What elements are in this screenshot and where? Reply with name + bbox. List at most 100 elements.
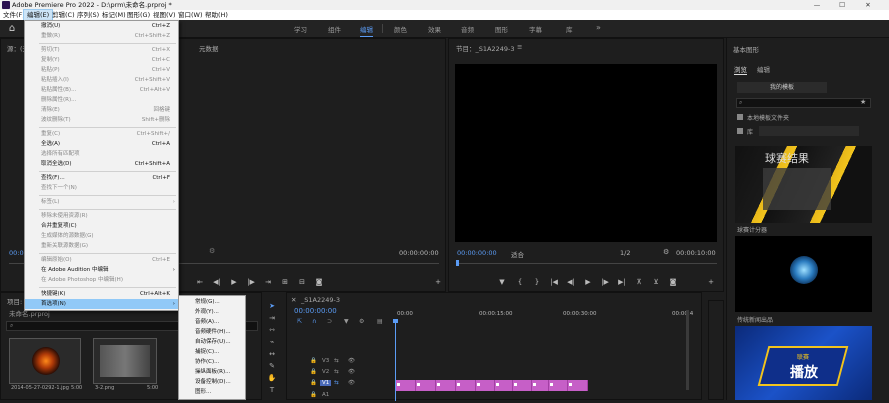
metadata-tab[interactable]: 元数据 <box>199 43 219 53</box>
sync-lock-icon[interactable]: ⇆ <box>334 380 339 386</box>
workspace-assembly[interactable]: 组件 <box>328 24 341 34</box>
template-thumbnail-scoreboard[interactable]: 球赛结果 <box>735 146 872 223</box>
workspace-effects[interactable]: 效果 <box>428 24 441 34</box>
menu-item-generate-media-metadata[interactable]: 生成媒体的源数据(G) <box>25 231 178 241</box>
ripple-edit-icon[interactable]: ⇿ <box>265 326 279 336</box>
menu-sequence[interactable]: 序列(S) <box>74 10 102 20</box>
menu-item-remove-attributes[interactable]: 删除属性(R)... <box>25 95 178 105</box>
menu-item-label[interactable]: 标签(L) › <box>25 197 178 207</box>
menu-help[interactable]: 帮助(H) <box>202 10 231 20</box>
video-clip[interactable] <box>436 380 456 391</box>
menu-item-edit-in-audition[interactable]: 在 Adobe Audition 中编辑 › <box>25 265 178 275</box>
track-label[interactable]: V1 <box>320 380 332 386</box>
workspace-graphics[interactable]: 图形 <box>495 24 508 34</box>
workspace-more-button[interactable]: » <box>596 23 601 32</box>
sync-lock-icon[interactable]: ⇆ <box>334 369 339 375</box>
submenu-item-audio-hardware[interactable]: 音频硬件(H)... <box>179 327 245 337</box>
workspace-audio[interactable]: 音频 <box>461 24 474 34</box>
pen-icon[interactable]: ✎ <box>265 362 279 372</box>
menu-item-clear[interactable]: 清除(E) 回格键 <box>25 105 178 115</box>
submenu-item-graphics[interactable]: 图形... <box>179 387 245 397</box>
menu-item-paste-insert[interactable]: 粘贴插入(I) Ctrl+Shift+V <box>25 75 178 85</box>
slip-icon[interactable]: ↔ <box>265 350 279 360</box>
close-button[interactable]: ✕ <box>856 0 880 10</box>
template-search-input[interactable]: ⌕ <box>736 98 871 108</box>
template-thumbnail-news[interactable] <box>735 236 872 312</box>
hand-icon[interactable]: ✋ <box>265 374 279 384</box>
video-clip[interactable] <box>532 380 549 391</box>
submenu-item-capture[interactable]: 捕捉(C)... <box>179 347 245 357</box>
mark-in-icon[interactable]: { <box>515 278 525 286</box>
submenu-item-control-surface[interactable]: 操纵面板(R)... <box>179 367 245 377</box>
program-timecode[interactable]: 00:00:00:00 <box>457 249 497 257</box>
workspace-color[interactable]: 颜色 <box>394 24 407 34</box>
menu-item-select-all-matching[interactable]: 选择所有匹配项 <box>25 149 178 159</box>
insert-icon[interactable]: ⊞ <box>280 278 290 286</box>
menu-item-consolidate-duplicates[interactable]: 合并重复项(C) <box>25 221 178 231</box>
nest-icon[interactable]: ⇱ <box>297 318 302 325</box>
local-folder-checkbox[interactable] <box>737 114 743 120</box>
marker-icon[interactable]: ▼ <box>344 318 349 325</box>
project-item-thumbnail[interactable] <box>9 338 81 384</box>
video-clip[interactable] <box>416 380 436 391</box>
menu-item-keyboard-shortcuts[interactable]: 快捷键(K) Ctrl+Alt+K <box>25 289 178 299</box>
extract-icon[interactable]: ⊻ <box>651 278 661 286</box>
go-to-in-icon[interactable]: |◀ <box>549 278 559 286</box>
menu-item-remove-unused[interactable]: 移除未使用资源(R) <box>25 211 178 221</box>
video-clip[interactable] <box>549 380 568 391</box>
tab-edit[interactable]: 编辑 <box>757 64 770 74</box>
menu-item-find[interactable]: 查找(F)... Ctrl+F <box>25 173 178 183</box>
menu-item-deselect-all[interactable]: 取消全选(D) Ctrl+Shift+A <box>25 159 178 169</box>
menu-item-copy[interactable]: 复制(Y) Ctrl+C <box>25 55 178 65</box>
video-clip[interactable] <box>476 380 495 391</box>
menu-item-select-all[interactable]: 全选(A) Ctrl+A <box>25 139 178 149</box>
sync-lock-icon[interactable]: ⇆ <box>334 358 339 364</box>
workspace-editing[interactable]: 编辑 <box>360 24 373 37</box>
project-item-thumbnail[interactable] <box>93 338 157 384</box>
menu-edit[interactable]: 编辑(E) <box>22 9 54 21</box>
program-menu-icon[interactable]: ≡ <box>517 43 522 51</box>
step-back-icon[interactable]: ◀| <box>212 278 222 286</box>
my-templates-button[interactable]: 我的模板 <box>737 82 827 93</box>
export-frame-icon[interactable]: ◙ <box>314 278 324 286</box>
video-clip[interactable] <box>568 380 588 391</box>
add-button-icon[interactable]: + <box>706 278 716 286</box>
submenu-item-audio[interactable]: 音频(A)... <box>179 317 245 327</box>
submenu-item-appearance[interactable]: 外观(Y)... <box>179 307 245 317</box>
menu-item-cut[interactable]: 剪切(T) Ctrl+X <box>25 45 178 55</box>
library-checkbox[interactable] <box>737 128 743 134</box>
maximize-button[interactable]: ☐ <box>830 0 854 10</box>
video-clip[interactable] <box>396 380 416 391</box>
playhead-marker[interactable] <box>456 260 459 266</box>
selection-tool-icon[interactable]: ➤ <box>265 302 279 312</box>
timeline-scrollbar[interactable] <box>686 310 689 390</box>
eye-icon[interactable]: 👁 <box>348 358 355 364</box>
step-forward-icon[interactable]: |▶ <box>600 278 610 286</box>
video-clip[interactable] <box>456 380 476 391</box>
type-tool-icon[interactable]: T <box>265 386 279 396</box>
step-back-icon[interactable]: ◀| <box>566 278 576 286</box>
video-clip[interactable] <box>513 380 532 391</box>
menu-window[interactable]: 窗口(W) <box>175 10 206 20</box>
eye-icon[interactable]: 👁 <box>348 369 355 375</box>
menu-item-edit-original[interactable]: 编辑原始(O) Ctrl+E <box>25 255 178 265</box>
play-icon[interactable]: ▶ <box>229 278 239 286</box>
library-dropdown[interactable] <box>759 126 859 136</box>
menu-item-duplicate[interactable]: 重复(C) Ctrl+Shift+/ <box>25 129 178 139</box>
workspace-captions[interactable]: 字幕 <box>529 24 542 34</box>
eye-icon[interactable]: 👁 <box>348 380 355 386</box>
linked-selection-icon[interactable]: ⊃ <box>327 318 332 325</box>
submenu-item-collaboration[interactable]: 协作(C)... <box>179 357 245 367</box>
lock-icon[interactable]: 🔒 <box>310 369 317 375</box>
essential-graphics-title[interactable]: 基本图形 <box>733 44 759 54</box>
settings-wrench-icon[interactable]: ⚙ <box>209 247 215 255</box>
home-icon[interactable]: ⌂ <box>6 23 18 35</box>
mark-out-icon[interactable]: ⇥ <box>263 278 273 286</box>
menu-graphics[interactable]: 图形(G) <box>124 10 153 20</box>
add-marker-icon[interactable]: ▼ <box>497 278 507 286</box>
mark-in-icon[interactable]: ⇤ <box>195 278 205 286</box>
menu-item-preferences[interactable]: 首选项(N) › <box>25 299 178 309</box>
go-to-out-icon[interactable]: ▶| <box>617 278 627 286</box>
video-clip[interactable] <box>495 380 513 391</box>
add-button-icon[interactable]: + <box>433 278 443 286</box>
